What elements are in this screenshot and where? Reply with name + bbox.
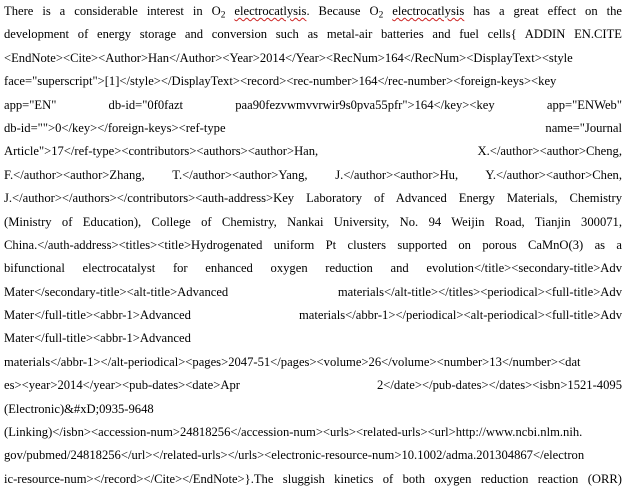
text-run: has a great effect on the — [464, 4, 622, 18]
paragraph-line-18: (Electronic)&#xD;0935-9648 — [4, 401, 154, 416]
text-run: . Because O — [306, 4, 379, 18]
paragraph-line-12: bifunctional electrocatalyst for enhance… — [4, 261, 622, 276]
paragraph-line-9: J.</author></authors></contributors><aut… — [4, 191, 622, 206]
paragraph-line-15: Mater</full-title><abbr-1>Advanced — [4, 331, 191, 346]
paragraph-line-1: There is a considerable interest in O2 e… — [4, 0, 622, 23]
paragraph-line-7: Article">17</ref-type><contributors><aut… — [4, 144, 622, 159]
document-body: There is a considerable interest in O2 e… — [0, 0, 622, 491]
paragraph-line-11: China.</auth-address><titles><title>Hydr… — [4, 237, 622, 252]
spellcheck-word[interactable]: electrocatlysis — [234, 4, 306, 18]
text-run: There is a considerable interest in O — [4, 4, 221, 18]
text-run — [383, 4, 392, 18]
paragraph-line-13: Mater</secondary-title><alt-title>Advanc… — [4, 284, 622, 299]
paragraph-line-5: app="EN" db-id="0f0fazt paa90fezvwmvvrwi… — [4, 97, 622, 112]
paragraph-line-16: materials</abbr-1></alt-periodical><page… — [4, 354, 581, 369]
paragraph-line-14: Mater</full-title><abbr-1>Advanced mater… — [4, 308, 622, 323]
paragraph-line-10: (Ministry of Education), College of Chem… — [4, 214, 622, 229]
paragraph-line-20: gov/pubmed/24818256</url></related-urls>… — [4, 448, 585, 463]
paragraph-line-6: db-id="">0</key></foreign-keys><ref-type… — [4, 120, 622, 135]
paragraph-line-8: F.</author><author>Zhang, T.</author><au… — [4, 167, 622, 182]
paragraph-line-3: <EndNote><Cite><Author>Han</Author><Year… — [4, 50, 573, 65]
spellcheck-word[interactable]: electrocatlysis — [392, 4, 464, 18]
paragraph-line-17: es><year>2014</year><pub-dates><date>Apr… — [4, 378, 622, 393]
paragraph-line-2: development of energy storage and conver… — [4, 27, 622, 42]
paragraph-line-4: face="superscript">[1]</style></DisplayT… — [4, 74, 557, 89]
paragraph-line-21: ic-resource-num></record></Cite></EndNot… — [4, 471, 622, 486]
paragraph-line-19: (Linking)</isbn><accession-num>24818256<… — [4, 425, 583, 440]
